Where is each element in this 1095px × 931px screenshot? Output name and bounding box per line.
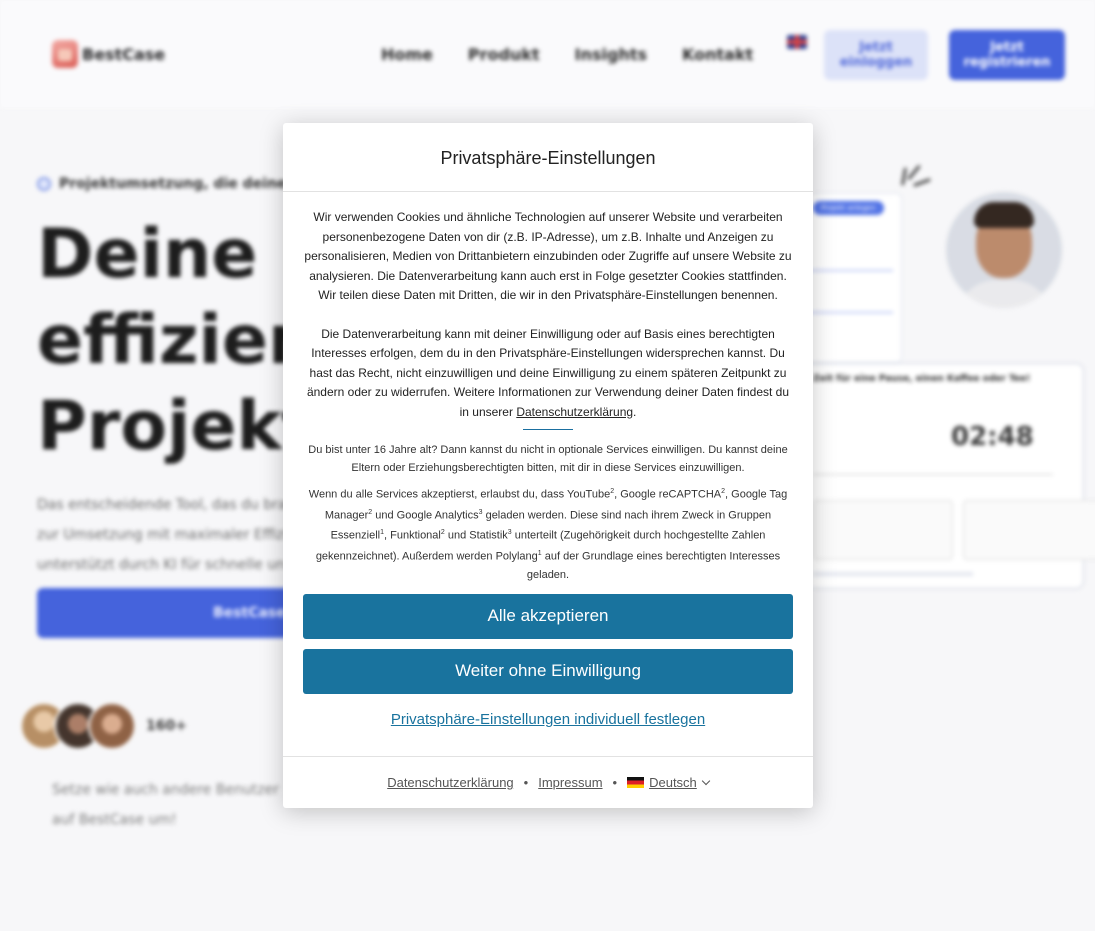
customize-settings-link[interactable]: Privatsphäre-Einstellungen individuell f… [303, 711, 793, 728]
language-select[interactable]: Deutsch [627, 775, 711, 790]
privacy-dialog: Privatsphäre-Einstellungen Wir verwenden… [283, 123, 813, 808]
continue-without-consent-button[interactable]: Weiter ohne Einwilligung [303, 648, 793, 694]
footer-privacy-link[interactable]: Datenschutzerklärung [387, 775, 513, 790]
dialog-title: Privatsphäre-Einstellungen [283, 123, 813, 192]
dialog-paragraph-2: Die Datenverarbeitung kann mit deiner Ei… [303, 325, 793, 423]
footer-separator: • [612, 775, 618, 790]
services-notice: Wenn du alle Services akzeptierst, erlau… [308, 488, 788, 581]
privacy-policy-link[interactable]: Datenschutzerklärung [516, 405, 633, 419]
chevron-down-icon [701, 776, 711, 785]
dialog-footer: Datenschutzerklärung • Impressum • Deuts… [283, 756, 813, 808]
accept-all-button[interactable]: Alle akzeptieren [303, 593, 793, 639]
paragraph-end: . [633, 404, 637, 419]
dialog-body: Wir verwenden Cookies und ähnliche Techn… [283, 192, 813, 728]
dialog-paragraph-1: Wir verwenden Cookies und ähnliche Techn… [304, 210, 792, 302]
footer-separator: • [523, 775, 529, 790]
language-label: Deutsch [649, 775, 697, 790]
age-notice: Du bist unter 16 Jahre alt? Dann kannst … [308, 444, 788, 474]
footer-imprint-link[interactable]: Impressum [538, 775, 602, 790]
divider [523, 429, 573, 430]
german-flag-icon [627, 777, 645, 788]
